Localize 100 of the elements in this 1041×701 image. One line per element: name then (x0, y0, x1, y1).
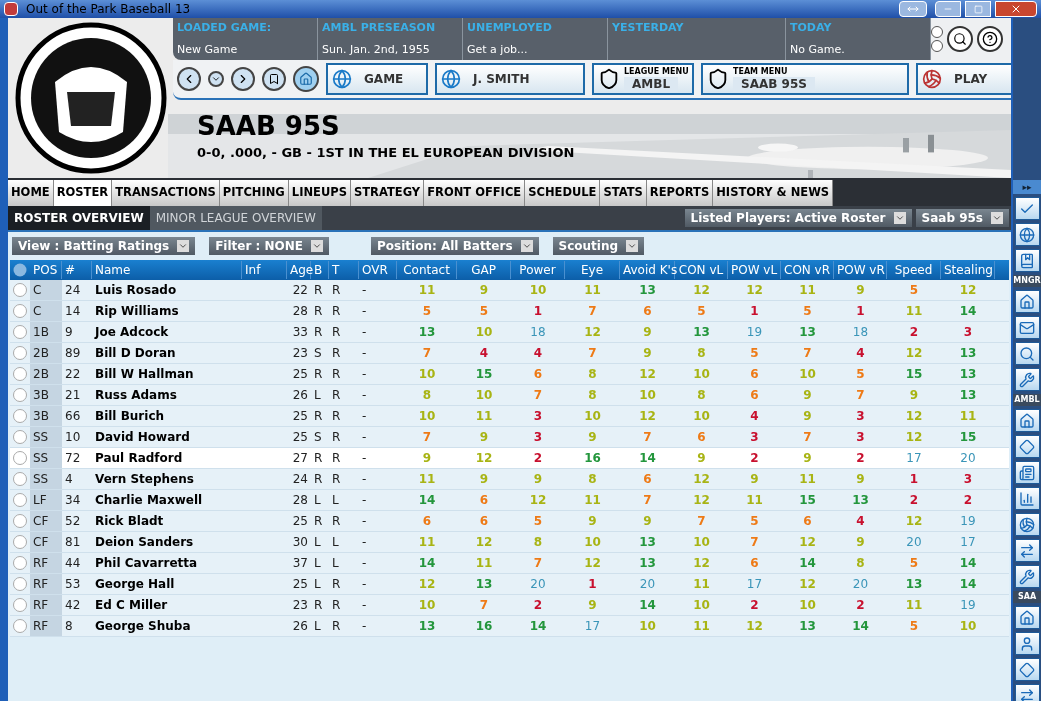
row-radio[interactable] (13, 304, 27, 318)
row-radio[interactable] (13, 556, 27, 570)
row-radio[interactable] (13, 619, 27, 633)
nav-tab[interactable]: HISTORY & NEWS (713, 180, 834, 206)
mail-button[interactable] (1014, 316, 1040, 339)
row-radio[interactable] (13, 472, 27, 486)
table-row[interactable]: RF 44 Phil Cavarretta 37 L L - 14 11 7 12 13 12 6 14 8 5 14 (10, 553, 1009, 574)
table-row[interactable]: SS 4 Vern Stephens 24 R R - 11 9 9 8 6 12 9 11 9 1 3 (10, 469, 1009, 490)
home-button[interactable] (293, 66, 319, 92)
column-header[interactable]: Avoid K's (620, 261, 675, 279)
table-row[interactable]: LF 34 Charlie Maxwell 28 L L - 14 6 12 11 7 12 11 15 13 2 2 (10, 490, 1009, 511)
column-header[interactable]: Stealing (941, 261, 995, 279)
column-header[interactable]: T (329, 261, 359, 279)
column-header[interactable]: Contact (397, 261, 457, 279)
column-header[interactable]: GAP (457, 261, 511, 279)
home-button[interactable] (1014, 409, 1040, 432)
row-radio[interactable] (13, 346, 27, 360)
back-button[interactable] (177, 67, 201, 91)
column-header[interactable]: Name (92, 261, 242, 279)
globe-button[interactable] (1014, 223, 1040, 246)
filter-dropdown[interactable]: Filter : NONE (209, 237, 330, 255)
filter-dropdown[interactable]: Scouting (552, 237, 645, 255)
column-header[interactable]: OVR (359, 261, 397, 279)
swap-arrows-button[interactable] (1014, 684, 1040, 701)
nav-tab[interactable]: PITCHING (219, 180, 289, 206)
table-row[interactable]: C 14 Rip Williams 28 R R - 5 5 1 7 6 5 1 5 1 11 14 (10, 301, 1009, 322)
table-row[interactable]: SS 72 Paul Radford 27 R R - 9 12 2 16 14 9 2 9 2 17 20 (10, 448, 1009, 469)
table-row[interactable]: RF 53 George Hall 25 L R - 12 13 20 1 20 11 17 12 20 13 14 (10, 574, 1009, 595)
down-button[interactable] (931, 40, 943, 52)
collapse-button[interactable]: ▸▸ (1013, 180, 1041, 194)
dropdown[interactable]: Listed Players: Active Roster (684, 209, 912, 227)
nav-tab[interactable]: TRANSACTIONS (112, 180, 220, 206)
column-header[interactable]: Age (287, 261, 311, 279)
resize-button[interactable] (899, 1, 927, 17)
row-radio[interactable] (13, 535, 27, 549)
bar-chart-button[interactable] (1014, 487, 1040, 510)
table-row[interactable]: RF 8 George Shuba 26 L R - 13 16 14 17 10 11 12 13 14 5 10 (10, 616, 1009, 637)
column-header[interactable]: Speed (887, 261, 941, 279)
wrench-button[interactable] (1014, 565, 1040, 588)
row-radio[interactable] (13, 325, 27, 339)
column-header[interactable]: CON vR (781, 261, 834, 279)
menu-button[interactable]: LEAGUE MENU AMBL (592, 63, 694, 95)
nav-tab[interactable]: SCHEDULE (525, 180, 601, 206)
nav-tab[interactable]: STATS (600, 180, 647, 206)
row-radio[interactable] (13, 514, 27, 528)
row-radio[interactable] (13, 430, 27, 444)
search-button[interactable] (1014, 342, 1040, 365)
nav-button[interactable]: PLAY (916, 63, 1011, 95)
table-row[interactable]: 3B 21 Russ Adams 26 L R - 8 10 7 8 10 8 6 9 7 9 13 (10, 385, 1009, 406)
nav-tab[interactable]: STRATEGY (350, 180, 425, 206)
bookmark-button[interactable] (262, 67, 286, 91)
wrench-button[interactable] (1014, 368, 1040, 391)
close-button[interactable] (995, 1, 1037, 17)
menu-button[interactable]: TEAM MENU SAAB 95S (701, 63, 909, 95)
column-header[interactable]: Inf (242, 261, 287, 279)
nav-tab[interactable]: REPORTS (646, 180, 714, 206)
home-button[interactable] (1014, 606, 1040, 629)
table-row[interactable]: CF 52 Rick Bladt 25 R R - 6 6 5 9 9 7 5 6 4 12 19 (10, 511, 1009, 532)
up-button[interactable] (931, 26, 943, 38)
diamond-button[interactable] (1014, 435, 1040, 458)
search-button[interactable] (947, 26, 973, 52)
person-button[interactable] (1014, 632, 1040, 655)
nav-tab[interactable]: HOME (8, 180, 54, 206)
row-radio[interactable] (13, 451, 27, 465)
row-radio[interactable] (13, 598, 27, 612)
newspaper-button[interactable] (1014, 461, 1040, 484)
column-header[interactable]: # (62, 261, 92, 279)
column-header[interactable]: POS (30, 261, 62, 279)
nav-button[interactable]: GAME (326, 63, 428, 95)
history-button[interactable] (208, 71, 224, 87)
dropdown[interactable]: Saab 95s (915, 209, 1009, 227)
row-radio[interactable] (13, 409, 27, 423)
table-row[interactable]: C 24 Luis Rosado 22 R R - 11 9 10 11 13 12 12 11 9 5 12 (10, 280, 1009, 301)
ball-button[interactable] (1014, 513, 1040, 536)
table-row[interactable]: 1B 9 Joe Adcock 33 R R - 13 10 18 12 9 13 19 13 18 2 3 (10, 322, 1009, 343)
filter-dropdown[interactable]: Position: All Batters (371, 237, 539, 255)
home-button[interactable] (1014, 290, 1040, 313)
column-header[interactable]: POW vL (728, 261, 781, 279)
table-row[interactable]: 2B 89 Bill D Doran 23 S R - 7 4 4 7 9 8 5 7 4 12 13 (10, 343, 1009, 364)
filter-dropdown[interactable]: View : Batting Ratings (12, 237, 196, 255)
nav-tab[interactable]: FRONT OFFICE (424, 180, 526, 206)
table-row[interactable]: CF 81 Deion Sanders 30 L L - 11 12 8 10 13 10 7 12 9 20 17 (10, 532, 1009, 553)
column-header[interactable]: Eye (565, 261, 620, 279)
row-radio[interactable] (13, 577, 27, 591)
nav-button[interactable]: J. SMITH (435, 63, 585, 95)
help-button[interactable] (977, 26, 1003, 52)
row-radio[interactable] (13, 283, 27, 297)
forward-button[interactable] (231, 67, 255, 91)
bookmark-button[interactable] (1014, 249, 1040, 272)
table-row[interactable]: RF 42 Ed C Miller 23 R R - 10 7 2 9 14 10 2 10 2 11 19 (10, 595, 1009, 616)
row-radio[interactable] (13, 367, 27, 381)
nav-tab[interactable]: ROSTER (53, 180, 113, 206)
check-button[interactable] (1014, 197, 1040, 220)
row-radio[interactable] (13, 493, 27, 507)
table-row[interactable]: 3B 66 Bill Burich 25 R R - 10 11 3 10 12 10 4 9 3 12 11 (10, 406, 1009, 427)
row-radio[interactable] (13, 388, 27, 402)
column-header[interactable]: Power (511, 261, 565, 279)
table-row[interactable]: 2B 22 Bill W Hallman 25 R R - 10 15 6 8 12 10 6 10 5 15 13 (10, 364, 1009, 385)
nav-tab[interactable]: LINEUPS (288, 180, 351, 206)
sub-tab[interactable]: ROSTER OVERVIEW (8, 206, 150, 230)
